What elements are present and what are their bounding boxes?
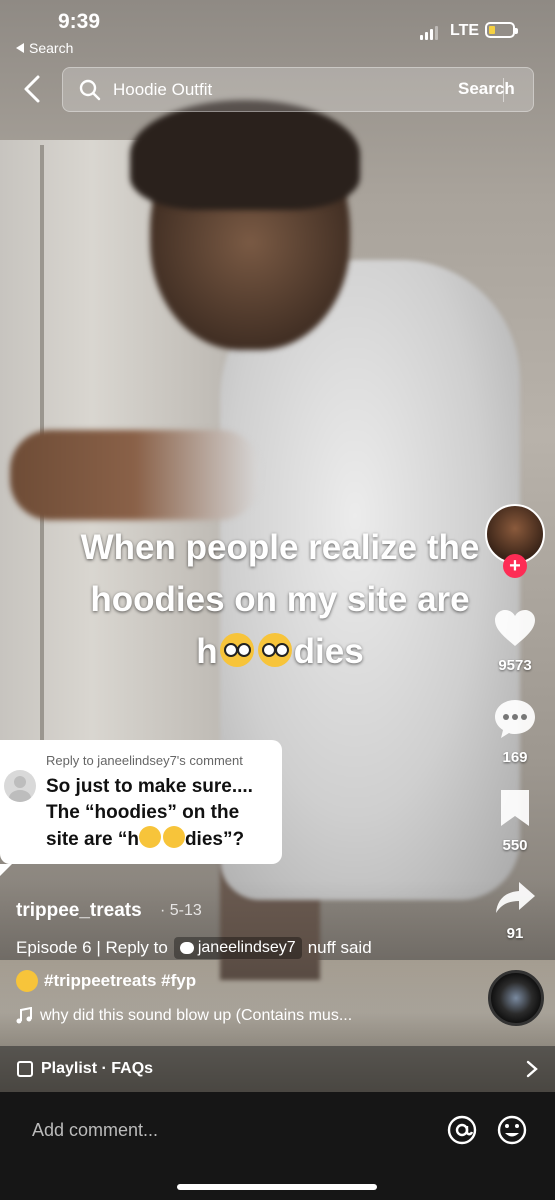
- follow-plus-button[interactable]: +: [503, 554, 527, 578]
- nerd-face-emoji-icon: [257, 633, 292, 667]
- comment-button[interactable]: 169: [484, 698, 546, 766]
- mention-at-icon[interactable]: [446, 1114, 478, 1146]
- home-indicator[interactable]: [177, 1184, 377, 1190]
- cellular-signal-icon: [420, 26, 438, 40]
- like-count: 9573: [498, 657, 532, 674]
- sweat-smile-emoji-icon: [16, 970, 38, 992]
- heart-icon: [495, 610, 535, 646]
- comment-mention-icon: [179, 942, 194, 954]
- hashtags: #trippeetreats #fyp: [16, 970, 196, 992]
- avatar: [4, 770, 36, 802]
- share-arrow-icon: [496, 882, 535, 913]
- creator-username[interactable]: trippee_treats: [16, 900, 142, 922]
- back-triangle-icon: [16, 43, 24, 53]
- playlist-bar[interactable]: Playlist · FAQs: [0, 1046, 555, 1092]
- search-query: Hoodie Outfit: [113, 80, 213, 99]
- share-button[interactable]: 91: [484, 880, 546, 942]
- sound-info[interactable]: why did this sound blow up (Contains mus…: [16, 1007, 352, 1025]
- caption-line-3: h dies: [196, 632, 364, 671]
- playlist-label: Playlist · FAQs: [41, 1060, 154, 1077]
- chevron-right-icon: [526, 1060, 538, 1078]
- caption-line-1: When people realize the: [80, 528, 480, 567]
- back-arrow-icon[interactable]: [20, 74, 46, 104]
- music-note-icon: [16, 1007, 32, 1024]
- status-bar: 9:39 Search LTE: [0, 0, 555, 60]
- caption-line-2: hoodies on my site are: [90, 580, 470, 619]
- mention-chip[interactable]: janeelindsey7: [173, 937, 302, 959]
- save-count: 550: [502, 837, 528, 854]
- search-icon: [79, 79, 101, 101]
- battery-icon: [485, 22, 518, 38]
- hashtag-links[interactable]: #trippeetreats #fyp: [44, 971, 196, 991]
- bookmark-icon: [501, 790, 529, 826]
- comment-bubble-icon: [495, 700, 535, 738]
- back-to-search-app[interactable]: Search: [16, 40, 73, 56]
- network-type: LTE: [450, 22, 480, 39]
- save-button[interactable]: 550: [484, 788, 546, 854]
- add-comment-input[interactable]: Add comment...: [32, 1120, 158, 1141]
- nerd-face-emoji-icon: [219, 633, 254, 667]
- tiktok-video-screen: 9:39 Search LTE Hoodie Outfit Search Whe…: [0, 0, 555, 1200]
- like-button[interactable]: 9573: [484, 608, 546, 674]
- music-disc-icon[interactable]: [488, 970, 544, 1026]
- emoji-picker-icon[interactable]: [496, 1114, 528, 1146]
- playlist-icon: [17, 1061, 33, 1077]
- reply-comment-text: So just to make sure.... The “hoodies” o…: [46, 776, 253, 850]
- video-caption: When people realize the hoodies on my si…: [30, 522, 530, 678]
- search-button[interactable]: Search: [458, 79, 515, 99]
- share-count: 91: [506, 925, 524, 942]
- back-app-label: Search: [29, 40, 74, 56]
- post-date: · 5-13: [160, 902, 202, 919]
- status-time: 9:39: [58, 10, 101, 33]
- reply-to-label: Reply to janeelindsey7's comment: [46, 753, 243, 768]
- post-description: Episode 6 | Reply to janeelindsey7 nuff …: [16, 937, 372, 959]
- winking-face-emoji-icon: [162, 826, 185, 848]
- reply-comment-sticker[interactable]: Reply to janeelindsey7's comment So just…: [0, 740, 282, 876]
- sound-title: why did this sound blow up (Contains mus…: [40, 1007, 353, 1024]
- comment-count: 169: [502, 749, 528, 766]
- winking-face-emoji-icon: [138, 826, 161, 848]
